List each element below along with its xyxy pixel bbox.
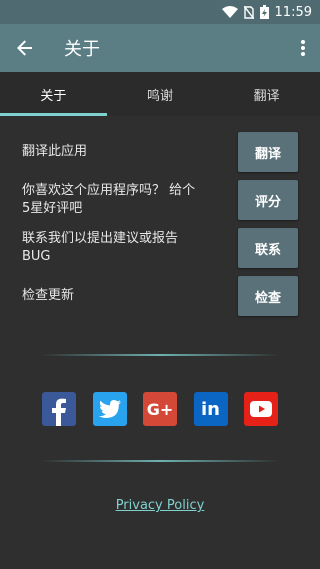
overflow-menu-button[interactable] [292,37,314,59]
divider-bottom [40,460,280,462]
check-update-label: 检查更新 [22,288,75,303]
tab-credits[interactable]: 鸣谢 [107,72,214,116]
wifi-icon [221,6,238,18]
divider-top [40,354,280,356]
tab-translate[interactable]: 翻译 [213,72,320,116]
about-options: 翻译此应用 翻译 你喜欢这个应用程序吗？ 给个5星好评吧 评分 联系我们以提出建… [0,128,320,320]
rate-app-label: 你喜欢这个应用程序吗？ 给个5星好评吧 [22,183,196,216]
linkedin-icon[interactable]: in [193,392,228,426]
check-update-button[interactable]: 检查 [238,276,298,316]
translate-button[interactable]: 翻译 [238,132,298,172]
more-vert-icon [301,40,305,56]
youtube-icon[interactable] [244,392,278,426]
no-sim-icon [243,5,254,19]
privacy-policy-link[interactable]: Privacy Policy [0,498,320,513]
row-rate-app: 你喜欢这个应用程序吗？ 给个5星好评吧 评分 [22,176,298,224]
translate-app-label: 翻译此应用 [22,144,88,159]
twitter-icon[interactable] [92,392,127,426]
contact-button[interactable]: 联系 [238,228,298,268]
social-links: G+ in [0,392,320,426]
arrow-back-icon [17,40,32,56]
rate-button[interactable]: 评分 [238,180,298,220]
row-check-update: 检查更新 检查 [22,272,298,320]
google-plus-icon[interactable]: G+ [143,392,177,426]
page-title: 关于 [64,39,100,60]
tab-bar: 关于 鸣谢 翻译 [0,72,320,116]
battery-charging-icon [259,5,269,19]
facebook-icon[interactable] [42,392,76,426]
row-contact: 联系我们以提出建议或报告BUG 联系 [22,224,298,272]
back-button[interactable] [14,37,36,59]
status-bar: 11:59 [0,0,320,24]
status-time: 11:59 [274,4,312,20]
contact-label: 联系我们以提出建议或报告BUG [22,231,179,264]
status-icons: 11:59 [221,4,312,20]
tab-about[interactable]: 关于 [0,72,107,116]
row-translate-app: 翻译此应用 翻译 [22,128,298,176]
app-bar: 关于 [0,24,320,72]
